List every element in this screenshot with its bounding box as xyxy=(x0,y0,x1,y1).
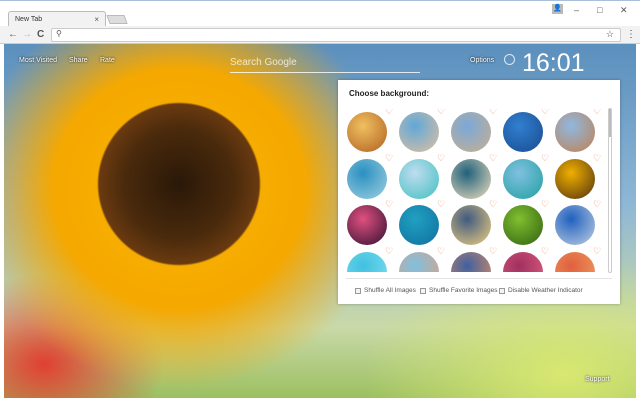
rate-link[interactable]: Rate xyxy=(100,57,115,64)
background-thumbnail[interactable]: ♡ xyxy=(555,199,601,245)
shuffle-favorites-option[interactable]: Shuffle Favorite Images xyxy=(420,287,498,294)
search-input[interactable]: Search Google xyxy=(230,54,420,73)
thumbnail-image[interactable] xyxy=(347,158,387,199)
favorite-heart-icon[interactable]: ♡ xyxy=(385,109,393,117)
background-thumbnail[interactable]: ♡ xyxy=(555,109,601,152)
background-thumbnail[interactable]: ♡ xyxy=(399,199,445,245)
background-thumbnail[interactable]: ♡ xyxy=(451,246,497,272)
option-label: Shuffle Favorite Images xyxy=(429,287,498,294)
favorite-heart-icon[interactable]: ♡ xyxy=(593,199,601,210)
thumbnail-image[interactable] xyxy=(555,251,595,272)
support-link[interactable]: Support xyxy=(585,376,610,383)
thumbnail-image[interactable] xyxy=(555,205,595,245)
shuffle-all-checkbox[interactable] xyxy=(355,287,361,294)
clock-icon xyxy=(504,54,515,65)
close-window-button[interactable]: ✕ xyxy=(620,5,628,16)
background-thumbnail[interactable]: ♡ xyxy=(503,246,549,272)
thumbnail-image[interactable] xyxy=(451,158,491,199)
background-thumbnail[interactable]: ♡ xyxy=(555,246,601,272)
background-thumbnail[interactable]: ♡ xyxy=(347,153,393,199)
favorite-heart-icon[interactable]: ♡ xyxy=(541,109,549,117)
divider xyxy=(346,278,612,279)
favorite-heart-icon[interactable]: ♡ xyxy=(541,153,549,164)
search-icon: ⚲ xyxy=(56,29,62,38)
background-thumbnail[interactable]: ♡ xyxy=(399,109,445,152)
most-visited-link[interactable]: Most Visited xyxy=(19,57,57,64)
favorite-heart-icon[interactable]: ♡ xyxy=(489,109,497,117)
disable-weather-option[interactable]: Disable Weather Indicator xyxy=(499,287,583,294)
favorite-heart-icon[interactable]: ♡ xyxy=(385,199,393,210)
user-icon[interactable]: 👤 xyxy=(552,4,563,14)
background-thumbnail[interactable]: ♡ xyxy=(503,153,549,199)
background-chooser-panel: Choose background: ♡ ♡ ♡ ♡ ♡ ♡ ♡ ♡ ♡ ♡ ♡ ♡ ♡ ♡ ♡ ♡ ♡ ♡ ♡ ♡ … xyxy=(338,80,620,304)
favorite-heart-icon[interactable]: ♡ xyxy=(489,246,497,257)
background-thumbnail[interactable]: ♡ xyxy=(399,246,445,272)
reload-icon[interactable]: C xyxy=(37,29,44,40)
favorite-heart-icon[interactable]: ♡ xyxy=(541,199,549,210)
thumbnail-image[interactable] xyxy=(503,205,543,245)
thumbnail-image[interactable] xyxy=(451,251,491,272)
background-thumbnail[interactable]: ♡ xyxy=(451,153,497,199)
thumbnail-image[interactable] xyxy=(555,112,595,152)
thumbnail-image[interactable] xyxy=(399,112,439,152)
share-link[interactable]: Share xyxy=(69,57,88,64)
maximize-button[interactable]: □ xyxy=(597,5,602,15)
menu-icon[interactable]: ⋮ xyxy=(626,29,636,40)
favorite-heart-icon[interactable]: ♡ xyxy=(489,153,497,164)
close-tab-icon[interactable]: × xyxy=(94,15,99,24)
option-label: Disable Weather Indicator xyxy=(508,287,583,294)
tab-title: New Tab xyxy=(15,16,43,23)
favorite-heart-icon[interactable]: ♡ xyxy=(437,246,445,257)
thumbnail-image[interactable] xyxy=(503,158,543,199)
thumbnail-image[interactable] xyxy=(503,251,543,272)
favorite-heart-icon[interactable]: ♡ xyxy=(593,153,601,164)
favorite-heart-icon[interactable]: ♡ xyxy=(593,109,601,117)
background-thumbnail[interactable]: ♡ xyxy=(451,199,497,245)
disable-weather-checkbox[interactable] xyxy=(499,287,505,294)
thumbnail-image[interactable] xyxy=(451,205,491,245)
thumbnail-image[interactable] xyxy=(399,158,439,199)
background-thumbnail[interactable]: ♡ xyxy=(347,246,393,272)
bookmark-star-icon[interactable]: ☆ xyxy=(606,29,614,40)
background-thumbnail[interactable]: ♡ xyxy=(347,199,393,245)
forward-icon[interactable]: → xyxy=(22,29,32,40)
thumbnail-image[interactable] xyxy=(503,112,543,152)
thumbnail-image[interactable] xyxy=(347,205,387,245)
background-thumbnail[interactable]: ♡ xyxy=(399,153,445,199)
favorite-heart-icon[interactable]: ♡ xyxy=(385,246,393,257)
shuffle-all-option[interactable]: Shuffle All Images xyxy=(355,287,416,294)
shuffle-favorites-checkbox[interactable] xyxy=(420,287,426,294)
background-thumbnail[interactable]: ♡ xyxy=(503,199,549,245)
clock-time: 16:01 xyxy=(522,49,585,77)
new-tab-button[interactable] xyxy=(106,15,128,24)
thumbnail-image[interactable] xyxy=(347,251,387,272)
favorite-heart-icon[interactable]: ♡ xyxy=(489,199,497,210)
panel-title: Choose background: xyxy=(349,89,430,98)
thumbnail-grid: ♡ ♡ ♡ ♡ ♡ ♡ ♡ ♡ ♡ ♡ ♡ ♡ ♡ ♡ ♡ ♡ ♡ ♡ ♡ ♡ xyxy=(347,109,607,272)
background-thumbnail[interactable]: ♡ xyxy=(451,109,497,152)
favorite-heart-icon[interactable]: ♡ xyxy=(437,153,445,164)
background-thumbnail[interactable]: ♡ xyxy=(503,109,549,152)
scrollbar[interactable] xyxy=(608,108,612,273)
favorite-heart-icon[interactable]: ♡ xyxy=(437,199,445,210)
favorite-heart-icon[interactable]: ♡ xyxy=(385,153,393,164)
thumbnail-image[interactable] xyxy=(399,205,439,245)
title-bar: New Tab × 👤 – □ ✕ xyxy=(0,0,640,28)
back-icon[interactable]: ← xyxy=(8,29,18,40)
favorite-heart-icon[interactable]: ♡ xyxy=(541,246,549,257)
options-link[interactable]: Options xyxy=(470,57,494,64)
minimize-button[interactable]: – xyxy=(574,5,579,15)
thumbnail-image[interactable] xyxy=(399,251,439,272)
background-thumbnail[interactable]: ♡ xyxy=(347,109,393,152)
favorite-heart-icon[interactable]: ♡ xyxy=(437,109,445,117)
background-thumbnail[interactable]: ♡ xyxy=(555,153,601,199)
toolbar: ← → C ⚲ ☆ xyxy=(0,26,640,44)
favorite-heart-icon[interactable]: ♡ xyxy=(593,246,601,257)
thumbnail-image[interactable] xyxy=(555,158,595,199)
option-label: Shuffle All Images xyxy=(364,287,416,294)
thumbnail-image[interactable] xyxy=(347,112,387,152)
address-bar[interactable]: ⚲ ☆ xyxy=(51,28,621,42)
thumbnail-image[interactable] xyxy=(451,112,491,152)
